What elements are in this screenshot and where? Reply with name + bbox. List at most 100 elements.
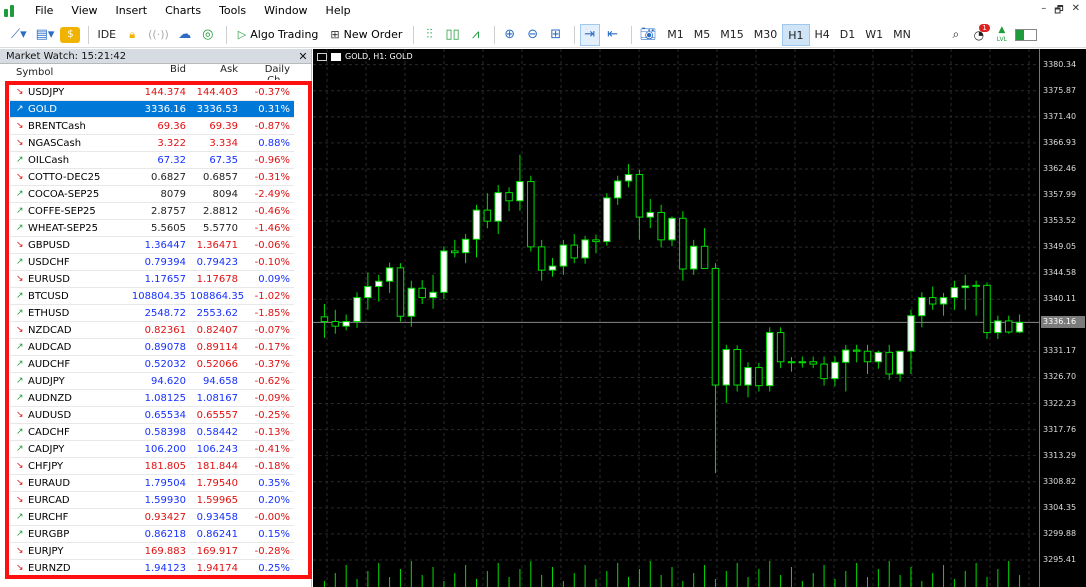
menu-tools[interactable]: Tools — [210, 0, 255, 22]
ask-cell: 1.36471 — [196, 239, 238, 251]
market-watch-row[interactable]: ↗ EURCHF 0.93427 0.93458 -0.00% — [10, 509, 294, 526]
column-daily-change[interactable]: Daily Ch... — [242, 64, 294, 80]
market-watch-row[interactable]: ↘ EURNZD 1.94123 1.94174 0.25% — [10, 560, 294, 577]
cloud-icon[interactable]: ☁ — [175, 24, 195, 46]
screenshot-icon[interactable]: 📷︎ — [637, 24, 660, 46]
vps-icon[interactable]: ◎ — [198, 24, 218, 46]
symbol-name: BTCUSD — [28, 290, 69, 302]
ask-cell: 69.39 — [209, 120, 238, 132]
line-chart-icon[interactable]: ⩘ — [466, 24, 486, 46]
menu-charts[interactable]: Charts — [156, 0, 210, 22]
menu-help[interactable]: Help — [317, 0, 360, 22]
market-watch-row[interactable]: ↗ EURGBP 0.86218 0.86241 0.15% — [10, 526, 294, 543]
dollar-icon[interactable]: $ — [60, 26, 81, 43]
price-label: 3344.58 — [1043, 268, 1077, 278]
column-symbol[interactable]: Symbol — [10, 64, 125, 80]
column-bid[interactable]: Bid — [125, 64, 190, 80]
timeframe-mn[interactable]: MN — [888, 24, 916, 46]
balance-bar[interactable] — [1014, 28, 1037, 41]
symbol-name: COTTO-DEC25 — [28, 171, 101, 183]
minimize-icon[interactable]: – — [1041, 3, 1046, 20]
signal-icon[interactable]: ((·)) — [145, 24, 172, 46]
daily-change-cell: -1.02% — [254, 290, 290, 302]
market-watch-row[interactable]: ↘ COTTO-DEC25 0.6827 0.6857 -0.31% — [10, 169, 294, 186]
market-watch-row[interactable]: ↘ EURCAD 1.59930 1.59965 0.20% — [10, 492, 294, 509]
market-watch-row[interactable]: ↗ CADCHF 0.58398 0.58442 -0.13% — [10, 424, 294, 441]
zoom-in-icon[interactable]: ⊕ — [500, 24, 520, 46]
daily-change-cell: -0.62% — [254, 375, 290, 387]
timeframe-m5[interactable]: M5 — [689, 24, 716, 46]
timeframe-m15[interactable]: M15 — [715, 24, 749, 46]
line-chart-menu-icon[interactable]: ⟋▾ — [8, 24, 30, 46]
market-watch-row[interactable]: ↘ NZDCAD 0.82361 0.82407 -0.07% — [10, 322, 294, 339]
market-watch-row[interactable]: ↘ NGASCash 3.322 3.334 0.88% — [10, 135, 294, 152]
market-watch-row[interactable]: ↗ BTCUSD 108804.35 108864.35 -1.02% — [10, 288, 294, 305]
market-watch-row[interactable]: ↘ BRENTCash 69.36 69.39 -0.87% — [10, 118, 294, 135]
market-watch-row[interactable]: ↗ OILCash 67.32 67.35 -0.96% — [10, 152, 294, 169]
menu-file[interactable]: File — [26, 0, 62, 22]
market-watch-row[interactable]: ↗ COCOA-SEP25 8079 8094 -2.49% — [10, 186, 294, 203]
bid-cell: 0.89078 — [144, 341, 186, 353]
market-watch-row[interactable]: ↗ COFFE-SEP25 2.8757 2.8812 -0.46% — [10, 203, 294, 220]
market-watch-row[interactable]: ↘ CHFJPY 181.805 181.844 -0.18% — [10, 458, 294, 475]
chart-area[interactable]: GOLD, H1: GOLD — [313, 49, 1039, 587]
market-watch-row[interactable]: ↗ USDCHF 0.79394 0.79423 -0.10% — [10, 254, 294, 271]
ide-button[interactable]: IDE — [94, 24, 119, 46]
chart-canvas[interactable] — [313, 49, 1039, 587]
close-icon[interactable]: ✕ — [295, 50, 311, 63]
symbol-cell: ↗ CADJPY — [10, 444, 125, 455]
chart-templates-icon[interactable]: ▤▾ — [33, 24, 58, 46]
market-watch-row[interactable]: ↘ GBPUSD 1.36447 1.36471 -0.06% — [10, 237, 294, 254]
grid-icon[interactable]: ⊞ — [546, 24, 566, 46]
menu-view[interactable]: View — [62, 0, 106, 22]
timeframe-m1[interactable]: M1 — [662, 24, 689, 46]
chart-shift-icon[interactable]: ⇤ — [603, 24, 623, 46]
restore-icon[interactable]: 🗗 — [1054, 3, 1063, 20]
column-ask[interactable]: Ask — [190, 64, 242, 80]
search-icon[interactable]: ⌕ — [946, 24, 966, 46]
candlestick-icon[interactable]: ▯▯ — [442, 24, 462, 46]
market-watch-row[interactable]: ↗ AUDCHF 0.52032 0.52066 -0.37% — [10, 356, 294, 373]
market-watch-row[interactable]: ↗ CADJPY 106.200 106.243 -0.41% — [10, 441, 294, 458]
close-icon[interactable]: ✕ — [1072, 3, 1080, 20]
market-watch-row[interactable]: ↘ EURJPY 169.883 169.917 -0.28% — [10, 543, 294, 560]
daily-change-cell: -0.18% — [254, 460, 290, 472]
market-watch-row[interactable]: ↗ AUDJPY 94.620 94.658 -0.62% — [10, 373, 294, 390]
timeframe-w1[interactable]: W1 — [860, 24, 888, 46]
new-order-button[interactable]: ⊞ New Order — [324, 24, 408, 46]
symbol-cell: ↗ ETHUSD — [10, 308, 125, 319]
notifications-icon[interactable]: ◔ 1 — [969, 23, 990, 46]
market-watch-row[interactable]: ↘ EURAUD 1.79504 1.79540 0.35% — [10, 475, 294, 492]
candle-body — [407, 287, 416, 317]
menu-insert[interactable]: Insert — [107, 0, 157, 22]
candle-body — [461, 238, 470, 254]
signal-level-icon[interactable]: ▲ LVL — [992, 24, 1012, 46]
market-watch-row[interactable]: ↘ AUDUSD 0.65534 0.65557 -0.25% — [10, 407, 294, 424]
bar-chart-icon[interactable]: ⫶⫶ — [419, 24, 439, 46]
daily-change-cell: -1.46% — [254, 222, 290, 234]
market-watch-row[interactable]: ↘ EURUSD 1.17657 1.17678 0.09% — [10, 271, 294, 288]
toolbar: ⟋▾ ▤▾ $ IDE 🔒︎ ((·)) ☁ ◎ ▷ Algo Trading … — [0, 22, 1086, 48]
market-watch-row[interactable]: ↘ USDJPY 144.374 144.403 -0.37% — [10, 84, 294, 101]
algo-trading-button[interactable]: ▷ Algo Trading — [232, 24, 325, 46]
daily-change-cell: 0.09% — [258, 273, 290, 285]
market-watch-row[interactable]: ↗ GOLD 3336.16 3336.53 0.31% — [10, 101, 294, 118]
market-watch-row[interactable]: ↗ AUDCAD 0.89078 0.89114 -0.17% — [10, 339, 294, 356]
menu-window[interactable]: Window — [255, 0, 316, 22]
bid-cell: 94.620 — [151, 375, 186, 387]
trend-up-icon: ↗ — [16, 444, 24, 454]
timeframe-d1[interactable]: D1 — [835, 24, 860, 46]
lock-icon[interactable]: 🔒︎ — [122, 24, 142, 46]
market-watch-row[interactable]: ↗ WHEAT-SEP25 5.5605 5.5770 -1.46% — [10, 220, 294, 237]
price-label: 3331.17 — [1043, 346, 1077, 356]
timeframe-h4[interactable]: H4 — [810, 24, 835, 46]
timeframe-h1[interactable]: H1 — [782, 23, 810, 46]
auto-scroll-icon[interactable]: ⇥ — [579, 23, 600, 46]
zoom-out-icon[interactable]: ⊖ — [523, 24, 543, 46]
candle-body — [668, 217, 676, 241]
ask-cell: 1.79540 — [196, 477, 238, 489]
market-watch-row[interactable]: ↗ ETHUSD 2548.72 2553.62 -1.85% — [10, 305, 294, 322]
bid-cell: 67.32 — [157, 154, 186, 166]
market-watch-row[interactable]: ↗ AUDNZD 1.08125 1.08167 -0.09% — [10, 390, 294, 407]
timeframe-m30[interactable]: M30 — [749, 24, 783, 46]
